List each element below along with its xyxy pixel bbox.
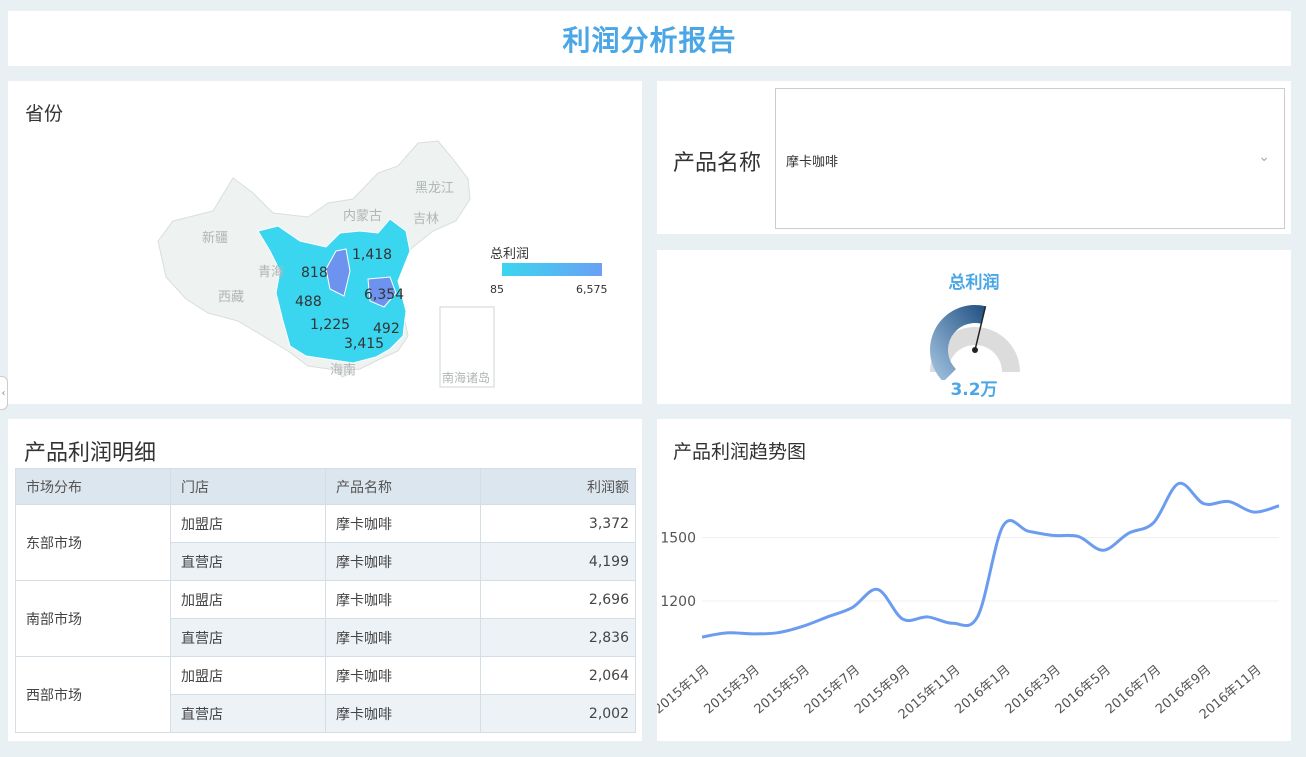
table-header-row: 市场分布 门店 产品名称 利润额 <box>15 468 636 505</box>
legend-title: 总利润 <box>490 247 530 262</box>
legend-max-label: 6,575 <box>576 283 608 296</box>
province-label-xizang: 西藏 <box>218 290 245 305</box>
store-cell: 加盟店 <box>170 580 326 619</box>
map-value-label: 1,225 <box>310 317 351 333</box>
market-cell: 南部市场 <box>15 580 171 657</box>
china-map[interactable] <box>8 81 642 404</box>
gauge-title: 总利润 <box>948 273 1000 293</box>
chevron-down-icon[interactable]: ⌄ <box>1258 149 1270 165</box>
profit-detail-table: 市场分布 门店 产品名称 利润额 东部市场 加盟店 摩卡咖啡 3,372 直营店… <box>15 468 636 733</box>
gauge-chart[interactable] <box>925 300 1025 380</box>
map-value-label: 3,415 <box>344 336 385 352</box>
product-profit-detail-panel: 产品利润明细 市场分布 门店 产品名称 利润额 东部市场 加盟店 摩卡咖啡 3,… <box>8 419 642 741</box>
profit-cell: 2,696 <box>480 580 636 619</box>
series-line <box>701 481 1280 639</box>
store-cell: 加盟店 <box>170 504 326 543</box>
y-tick-label: 1500 <box>660 531 696 547</box>
province-label-heilongjiang: 黑龙江 <box>415 181 455 196</box>
report-title: 利润分析报告 <box>562 23 737 57</box>
table-title: 产品利润明细 <box>24 441 157 466</box>
report-header: 利润分析报告 <box>8 11 1291 66</box>
col-header-profit[interactable]: 利润额 <box>480 468 636 505</box>
map-value-label: 818 <box>301 265 328 281</box>
col-header-product[interactable]: 产品名称 <box>325 468 481 505</box>
map-value-label: 1,418 <box>352 247 393 263</box>
total-profit-gauge-panel: 总利润 3.2万 <box>657 250 1291 404</box>
profit-cell: 2,064 <box>480 656 636 695</box>
store-cell: 加盟店 <box>170 656 326 695</box>
table-row[interactable]: 南部市场 加盟店 摩卡咖啡 2,696 <box>15 580 636 657</box>
province-map-panel: 省份 黑龙江 吉林 内蒙古 新疆 青海 西藏 海南 南海诸岛 1,418 818… <box>8 81 642 404</box>
product-cell: 摩卡咖啡 <box>325 618 481 657</box>
market-cell: 西部市场 <box>15 656 171 733</box>
product-filter-panel: 产品名称 摩卡咖啡 ⌄ <box>657 81 1291 234</box>
province-label-qinghai: 青海 <box>258 265 285 280</box>
map-value-label: 492 <box>373 321 400 337</box>
profit-cell: 2,836 <box>480 618 636 657</box>
map-value-label: 488 <box>295 294 322 310</box>
profit-cell: 4,199 <box>480 542 636 581</box>
table-row[interactable]: 东部市场 加盟店 摩卡咖啡 3,372 <box>15 504 636 581</box>
profit-trend-panel: 产品利润趋势图 1200 1500 2015年1月 2015年3月 2015年5月 201… <box>657 419 1291 741</box>
product-cell: 摩卡咖啡 <box>325 542 481 581</box>
map-value-label: 6,354 <box>364 287 405 303</box>
product-cell: 摩卡咖啡 <box>325 656 481 695</box>
product-cell: 摩卡咖啡 <box>325 504 481 543</box>
filter-label: 产品名称 <box>673 151 762 176</box>
profit-trend-chart[interactable]: 120015002015年1月2015年3月2015年5月2015年7月2015… <box>657 419 1291 741</box>
store-cell: 直营店 <box>170 618 326 657</box>
col-header-store[interactable]: 门店 <box>170 468 326 505</box>
gauge-pivot <box>972 347 978 353</box>
store-cell: 直营店 <box>170 542 326 581</box>
province-label-neimenggu: 内蒙古 <box>343 209 383 224</box>
province-label-xinjiang: 新疆 <box>202 231 229 246</box>
profit-cell: 2,002 <box>480 694 636 733</box>
legend-gradient-bar[interactable] <box>502 263 602 276</box>
col-header-market[interactable]: 市场分布 <box>15 468 171 505</box>
province-label-jilin: 吉林 <box>413 212 440 227</box>
market-cell: 东部市场 <box>15 504 171 581</box>
table-row[interactable]: 西部市场 加盟店 摩卡咖啡 2,064 <box>15 656 636 733</box>
legend-min-label: 85 <box>490 283 504 296</box>
collapse-handle[interactable]: ‹ <box>0 376 8 410</box>
profit-cell: 3,372 <box>480 504 636 543</box>
product-select-value: 摩卡咖啡 <box>786 155 839 170</box>
product-cell: 摩卡咖啡 <box>325 694 481 733</box>
province-label-nanhai: 南海诸岛 <box>442 371 491 385</box>
province-label-hainan: 海南 <box>330 363 357 378</box>
gauge-value: 3.2万 <box>950 380 998 400</box>
store-cell: 直营店 <box>170 694 326 733</box>
product-select[interactable]: 摩卡咖啡 ⌄ <box>775 88 1285 229</box>
y-tick-label: 1200 <box>660 594 696 610</box>
product-cell: 摩卡咖啡 <box>325 580 481 619</box>
